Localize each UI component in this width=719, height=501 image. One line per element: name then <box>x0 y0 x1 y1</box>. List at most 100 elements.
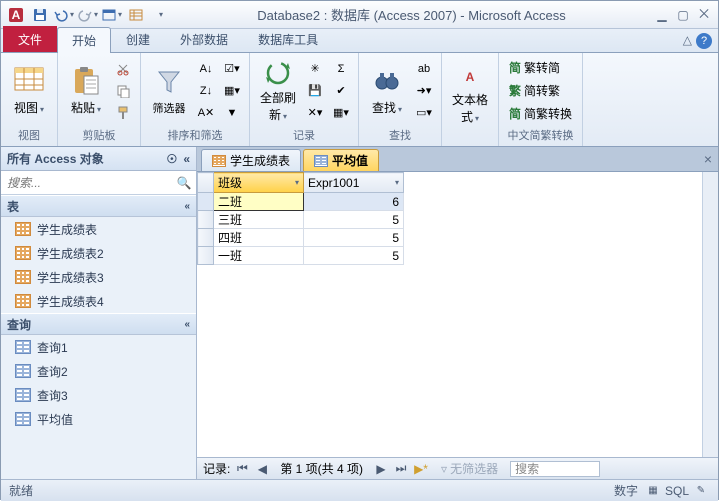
qat-icon-1[interactable]: ▾ <box>101 4 123 26</box>
last-record-icon[interactable]: ⏭ <box>393 461 409 477</box>
copy-icon[interactable] <box>112 81 134 101</box>
nav-pane-header[interactable]: 所有 Access 对象 ☉ « <box>1 147 196 171</box>
t2s-icon: 简 <box>509 59 521 76</box>
minimize-button[interactable]: ▁ <box>652 7 672 23</box>
trad-to-simp-button[interactable]: 简繁转简 <box>505 58 576 78</box>
qat-customize-icon[interactable]: ▾ <box>149 4 171 26</box>
sort-asc-icon[interactable]: A↓ <box>195 59 217 79</box>
goto-icon[interactable]: ➜▾ <box>413 81 435 101</box>
column-header[interactable]: 班级▾ <box>214 173 304 193</box>
cell[interactable]: 一班 <box>214 247 304 265</box>
conv-icon: 简 <box>509 105 521 122</box>
cell[interactable]: 四班 <box>214 229 304 247</box>
view-button[interactable]: 视图▾ <box>7 57 51 125</box>
more-records-icon[interactable]: ▦▾ <box>330 103 352 123</box>
group-textfmt-label <box>448 129 492 143</box>
nav-item-query[interactable]: 平均值 <box>1 407 196 431</box>
nav-item-table[interactable]: 学生成绩表2 <box>1 241 196 265</box>
spelling-icon[interactable]: ✔ <box>330 81 352 101</box>
nav-item-query[interactable]: 查询3 <box>1 383 196 407</box>
find-button[interactable]: 查找▾ <box>365 57 409 125</box>
nav-dropdown-icon[interactable]: ☉ <box>167 152 178 166</box>
tab-create[interactable]: 创建 <box>111 26 165 52</box>
clear-sort-icon[interactable]: A✕ <box>195 103 217 123</box>
column-header[interactable]: Expr1001▾ <box>304 173 404 193</box>
delete-record-icon[interactable]: ✕▾ <box>304 103 326 123</box>
selection-filter-icon[interactable]: ☑▾ <box>221 59 243 79</box>
simp-to-trad-button[interactable]: 繁简转繁 <box>505 81 576 101</box>
prev-record-icon[interactable]: ◀ <box>254 461 270 477</box>
column-dropdown-icon[interactable]: ▾ <box>395 178 399 187</box>
qat-icon-2[interactable] <box>125 4 147 26</box>
cell[interactable]: 三班 <box>214 211 304 229</box>
filter-button[interactable]: 筛选器 <box>147 57 191 125</box>
doc-close-icon[interactable]: × <box>704 151 712 167</box>
tab-file[interactable]: 文件 <box>3 26 57 52</box>
record-navigator: 记录: ⏮ ◀ 第 1 项(共 4 项) ▶ ⏭ ▶* ▿无筛选器 搜索 <box>197 457 718 479</box>
nav-item-table[interactable]: 学生成绩表 <box>1 217 196 241</box>
cell[interactable]: 二班 <box>214 193 304 211</box>
paste-button[interactable]: 粘贴▾ <box>64 57 108 125</box>
nav-search-input[interactable] <box>1 171 172 194</box>
cell[interactable]: 5 <box>304 229 404 247</box>
select-all-header[interactable] <box>198 173 214 193</box>
cell[interactable]: 5 <box>304 211 404 229</box>
record-search-box[interactable]: 搜索 <box>510 461 600 477</box>
doc-tab-query[interactable]: 平均值 <box>303 149 379 171</box>
group-sort-filter: 筛选器 A↓ Z↓ A✕ ☑▾ ▦▾ ▼ 排序和筛选 <box>141 53 250 146</box>
tab-external-data[interactable]: 外部数据 <box>165 26 243 52</box>
design-view-switch-icon[interactable]: ✎ <box>692 483 710 499</box>
table-row[interactable]: 三班5 <box>198 211 404 229</box>
row-selector[interactable] <box>198 193 214 211</box>
cell[interactable]: 5 <box>304 247 404 265</box>
table-row[interactable]: 一班5 <box>198 247 404 265</box>
totals-icon[interactable]: Σ <box>330 59 352 79</box>
datasheet-view-switch-icon[interactable]: ▦ <box>644 483 662 499</box>
nav-item-query[interactable]: 查询1 <box>1 335 196 359</box>
sort-desc-icon[interactable]: Z↓ <box>195 81 217 101</box>
save-icon[interactable] <box>29 4 51 26</box>
table-row[interactable]: 二班6 <box>198 193 404 211</box>
save-record-icon[interactable]: 💾 <box>304 81 326 101</box>
chinese-convert-button[interactable]: 简简繁转换 <box>505 104 576 124</box>
vertical-scrollbar[interactable] <box>702 172 718 457</box>
help-icon[interactable]: ? <box>696 33 712 49</box>
close-button[interactable]: ⨉ <box>694 7 714 23</box>
format-painter-icon[interactable] <box>112 103 134 123</box>
row-selector[interactable] <box>198 211 214 229</box>
access-app-icon[interactable]: A <box>5 4 27 26</box>
nav-item-query[interactable]: 查询2 <box>1 359 196 383</box>
advanced-filter-icon[interactable]: ▦▾ <box>221 81 243 101</box>
text-format-label: 文本格式 <box>452 93 488 124</box>
sql-view-switch-icon[interactable]: SQL <box>668 483 686 499</box>
replace-icon[interactable]: ab <box>413 59 435 79</box>
tab-home[interactable]: 开始 <box>57 27 111 53</box>
select-icon[interactable]: ▭▾ <box>413 103 435 123</box>
first-record-icon[interactable]: ⏮ <box>234 461 250 477</box>
new-record-nav-icon[interactable]: ▶* <box>413 461 429 477</box>
cut-icon[interactable] <box>112 59 134 79</box>
redo-icon[interactable]: ▾ <box>77 4 99 26</box>
new-record-icon[interactable]: ✳ <box>304 59 326 79</box>
column-dropdown-icon[interactable]: ▾ <box>295 178 299 187</box>
cell[interactable]: 6 <box>304 193 404 211</box>
nav-collapse-icon[interactable]: « <box>183 152 190 166</box>
ribbon-minimize-icon[interactable]: △ <box>683 33 692 49</box>
nav-item-table[interactable]: 学生成绩表4 <box>1 289 196 313</box>
nav-item-table[interactable]: 学生成绩表3 <box>1 265 196 289</box>
nav-group-tables[interactable]: 表 « <box>1 195 196 217</box>
text-format-button[interactable]: A 文本格式▾ <box>448 59 492 127</box>
tab-database-tools[interactable]: 数据库工具 <box>243 26 333 52</box>
doc-tab-table[interactable]: 学生成绩表 <box>201 149 301 171</box>
nav-group-queries[interactable]: 查询 « <box>1 313 196 335</box>
refresh-all-button[interactable]: 全部刷新▾ <box>256 57 300 125</box>
next-record-icon[interactable]: ▶ <box>373 461 389 477</box>
maximize-button[interactable]: ▢ <box>673 7 693 23</box>
undo-icon[interactable]: ▾ <box>53 4 75 26</box>
table-row[interactable]: 四班5 <box>198 229 404 247</box>
row-selector[interactable] <box>198 247 214 265</box>
toggle-filter-icon[interactable]: ▼ <box>221 103 243 123</box>
query-icon <box>15 340 31 354</box>
search-icon[interactable]: 🔍 <box>172 171 196 194</box>
row-selector[interactable] <box>198 229 214 247</box>
